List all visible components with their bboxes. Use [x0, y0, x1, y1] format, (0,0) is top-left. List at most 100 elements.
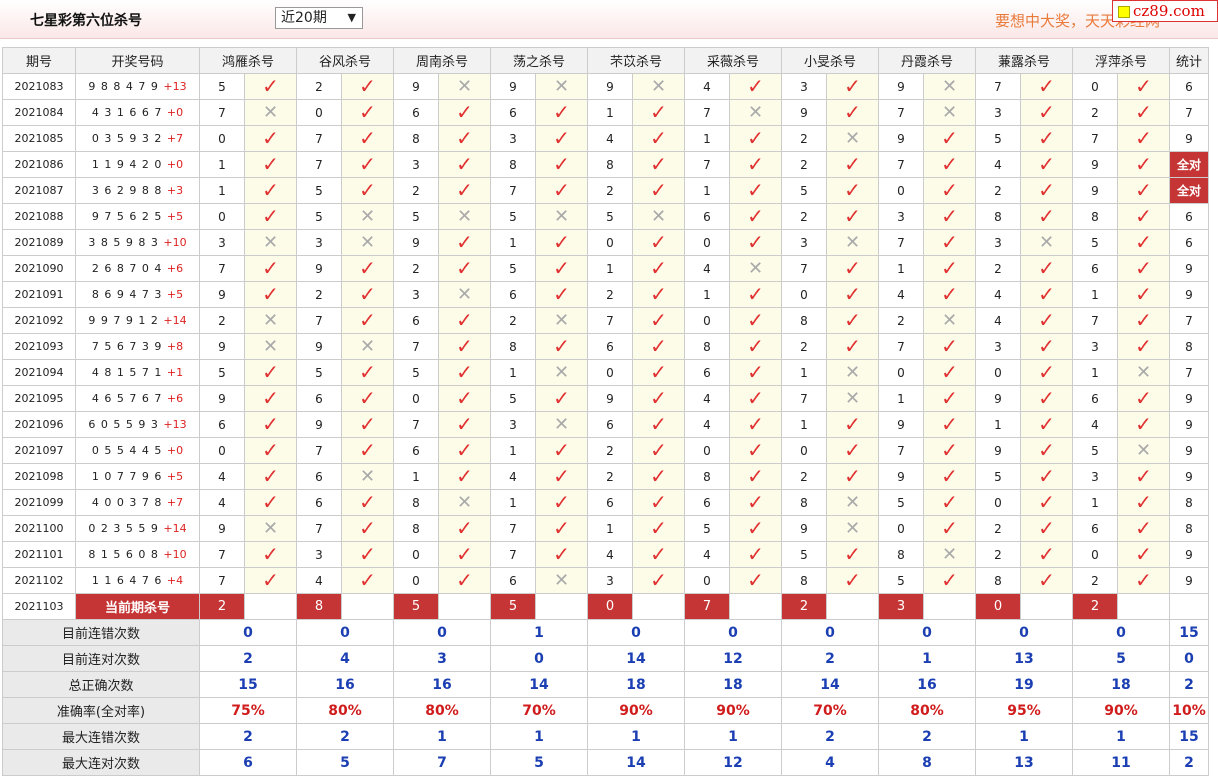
kill-number-cell: 6 — [296, 489, 342, 516]
kill-number-cell: 1 — [684, 281, 730, 308]
result-cell: ✓ — [535, 489, 588, 516]
check-icon: ✓ — [1135, 178, 1152, 202]
check-icon: ✓ — [1038, 178, 1055, 202]
result-cell: ✓ — [729, 229, 782, 256]
check-icon: ✓ — [941, 516, 958, 540]
kill-number-cell: 1 — [781, 359, 827, 386]
check-icon: ✓ — [1038, 464, 1055, 488]
kill-number-cell: 5 — [1072, 229, 1118, 256]
result-cell: ✓ — [729, 333, 782, 360]
cross-icon: ✕ — [1135, 361, 1152, 383]
period-cell: 2021094 — [2, 359, 76, 386]
draw-sum: +14 — [163, 314, 187, 327]
period-cell: 2021102 — [2, 567, 76, 594]
check-icon: ✓ — [1135, 100, 1152, 124]
result-cell: ✕ — [1020, 229, 1073, 256]
stat-cell: 9 — [1169, 255, 1209, 282]
kill-number-cell: 0 — [781, 281, 827, 308]
result-cell: ✓ — [1020, 333, 1073, 360]
range-select[interactable]: 近20期 ▼ — [275, 7, 363, 29]
kill-number-cell: 8 — [781, 567, 827, 594]
kill-number-cell: 3 — [490, 125, 536, 152]
check-icon: ✓ — [650, 568, 667, 592]
result-cell: ✓ — [438, 307, 491, 334]
summary-value: 80% — [393, 697, 491, 724]
result-cell: ✓ — [244, 541, 297, 568]
result-cell: ✓ — [438, 437, 491, 464]
kill-number-cell: 2 — [296, 73, 342, 100]
result-cell: ✓ — [826, 151, 879, 178]
kill-number-cell: 2 — [587, 437, 633, 464]
summary-label: 目前连对次数 — [2, 645, 200, 672]
draw-sum: +14 — [163, 522, 187, 535]
col-header-expert: 蒹露杀号 — [975, 47, 1073, 74]
result-cell: ✓ — [729, 411, 782, 438]
check-icon: ✓ — [456, 386, 473, 410]
result-cell: ✕ — [244, 229, 297, 256]
check-icon: ✓ — [262, 204, 279, 228]
kill-number-cell: 9 — [490, 73, 536, 100]
check-icon: ✓ — [844, 282, 861, 306]
summary-value: 12 — [684, 749, 782, 776]
current-stat-cell — [1169, 593, 1209, 620]
check-icon: ✓ — [650, 126, 667, 150]
draw-cell: 3 8 5 9 8 3 +10 — [75, 229, 200, 256]
stat-cell: 7 — [1169, 359, 1209, 386]
stat-cell: 全对 — [1169, 177, 1209, 204]
result-cell: ✓ — [535, 99, 588, 126]
summary-value: 2 — [199, 723, 297, 750]
check-icon: ✓ — [262, 386, 279, 410]
current-empty-cell — [632, 593, 685, 620]
check-icon: ✓ — [941, 438, 958, 462]
cross-icon: ✕ — [941, 543, 958, 565]
check-icon: ✓ — [456, 334, 473, 358]
kill-number-cell: 5 — [587, 203, 633, 230]
draw-numbers: 9 8 8 4 7 9 — [88, 80, 159, 93]
draw-cell: 2 6 8 7 0 4 +6 — [75, 255, 200, 282]
kill-number-cell: 9 — [1072, 151, 1118, 178]
kill-number-cell: 8 — [878, 541, 924, 568]
check-icon: ✓ — [359, 438, 376, 462]
cross-icon: ✕ — [844, 361, 861, 383]
site-logo[interactable]: cz89.com — [1112, 0, 1218, 22]
result-cell: ✓ — [923, 151, 976, 178]
kill-number-cell: 1 — [490, 229, 536, 256]
result-cell: ✓ — [1020, 255, 1073, 282]
result-cell: ✕ — [244, 99, 297, 126]
result-cell: ✓ — [244, 177, 297, 204]
check-icon: ✓ — [941, 464, 958, 488]
kill-number-cell: 3 — [975, 99, 1021, 126]
cross-icon: ✕ — [553, 309, 570, 331]
result-cell: ✓ — [1117, 515, 1170, 542]
current-empty-cell — [438, 593, 491, 620]
result-cell: ✓ — [244, 567, 297, 594]
kill-number-cell: 0 — [684, 307, 730, 334]
check-icon: ✓ — [747, 178, 764, 202]
result-cell: ✓ — [1117, 567, 1170, 594]
col-header-expert: 小旻杀号 — [781, 47, 879, 74]
summary-value: 0 — [587, 619, 685, 646]
kill-number-cell: 1 — [587, 99, 633, 126]
result-cell: ✕ — [244, 515, 297, 542]
kill-number-cell: 3 — [975, 333, 1021, 360]
kill-number-cell: 2 — [296, 281, 342, 308]
summary-value: 80% — [878, 697, 976, 724]
table-row: 2021095 4 6 5 7 6 7 +6 9 ✓ 6 ✓ 0 ✓ 5 ✓ 9 ✓ 4 ✓ 7 ✕ 1 ✓ 9 ✓ 6… — [2, 385, 1209, 412]
result-cell: ✓ — [1117, 411, 1170, 438]
result-cell: ✓ — [826, 567, 879, 594]
summary-stat: 10% — [1169, 697, 1209, 724]
result-cell: ✓ — [438, 255, 491, 282]
kill-number-cell: 7 — [684, 151, 730, 178]
check-icon: ✓ — [650, 542, 667, 566]
result-cell: ✓ — [923, 515, 976, 542]
check-icon: ✓ — [1038, 204, 1055, 228]
kill-number-cell: 0 — [1072, 541, 1118, 568]
kill-number-cell: 4 — [684, 73, 730, 100]
result-cell: ✓ — [1020, 489, 1073, 516]
result-cell: ✓ — [729, 437, 782, 464]
result-cell: ✓ — [729, 359, 782, 386]
period-cell: 2021083 — [2, 73, 76, 100]
stat-cell: 9 — [1169, 281, 1209, 308]
draw-numbers: 0 2 3 5 5 9 — [88, 522, 159, 535]
result-cell: ✓ — [1020, 99, 1073, 126]
